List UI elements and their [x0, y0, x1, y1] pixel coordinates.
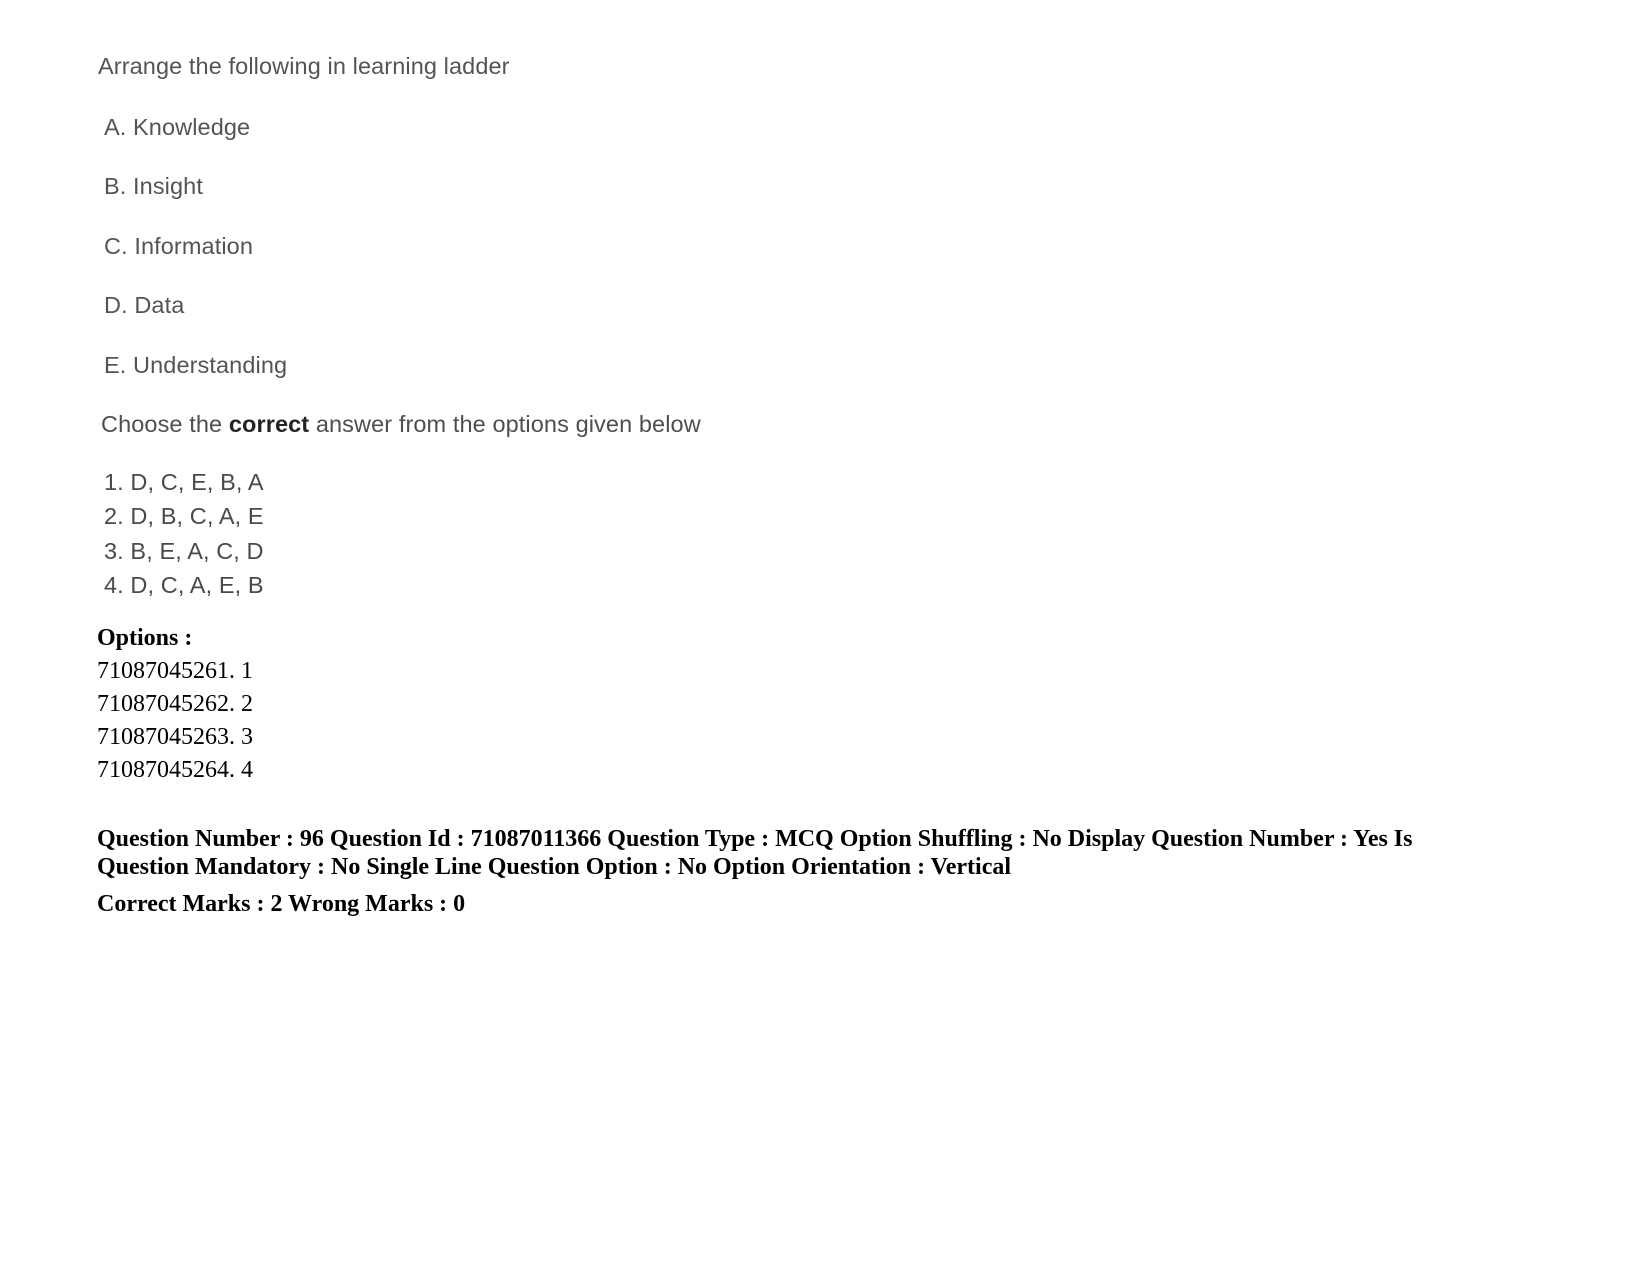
options-heading: Options :	[97, 625, 193, 651]
option-row: 71087045263. 3	[97, 724, 253, 751]
instruction-bold-word: correct	[228, 411, 310, 437]
options-section: Options : 71087045261. 1 71087045262. 2 …	[97, 622, 1447, 788]
question-item-b: B. Insight	[104, 173, 203, 199]
answer-choice-2: 2. D, B, C, A, E	[104, 503, 264, 529]
question-item-a: A. Knowledge	[104, 113, 251, 140]
question-item-c: C. Information	[104, 232, 253, 259]
question-item-d: D. Data	[104, 292, 185, 318]
question-item-e: E. Understanding	[104, 351, 288, 378]
option-row: 71087045261. 1	[97, 658, 253, 685]
question-instruction: Choose the correct answer from the optio…	[101, 411, 1398, 437]
question-metadata-block: Question Number : 96 Question Id : 71087…	[97, 826, 1427, 919]
answer-choice-4: 4. D, C, A, E, B	[104, 572, 264, 598]
instruction-prefix: Choose the	[101, 411, 229, 437]
option-row: 71087045264. 4	[97, 757, 253, 784]
option-row: 71087045262. 2	[97, 691, 253, 718]
instruction-suffix: answer from the options given below	[309, 411, 701, 437]
answer-choice-1: 1. D, C, E, B, A	[104, 468, 264, 495]
scanned-question-block: Arrange the following in learning ladder…	[98, 53, 1398, 598]
question-paper-page: Arrange the following in learning ladder…	[0, 0, 1650, 1275]
metadata-marks-line: Correct Marks : 2 Wrong Marks : 0	[97, 891, 466, 918]
metadata-line-1: Question Number : 96 Question Id : 71087…	[97, 826, 1413, 880]
question-stem: Arrange the following in learning ladder	[98, 53, 510, 79]
answer-choice-3: 3. B, E, A, C, D	[104, 537, 264, 564]
